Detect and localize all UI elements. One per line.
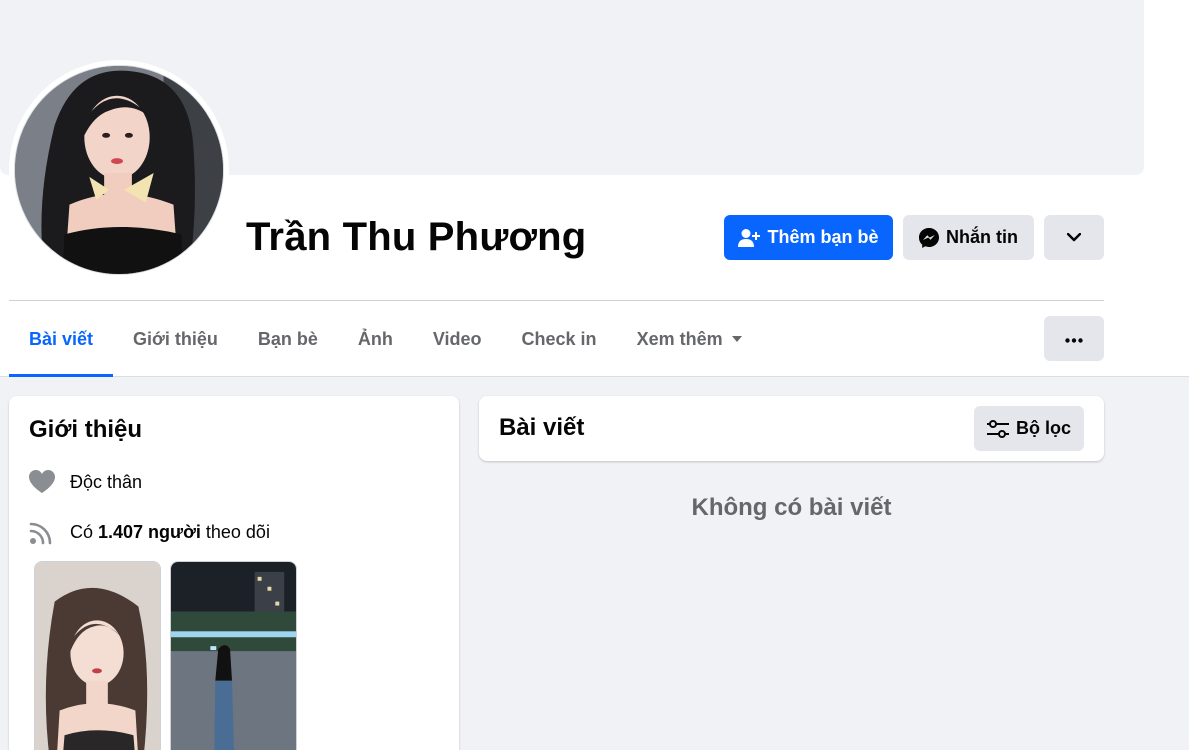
tab-photos[interactable]: Ảnh xyxy=(338,301,413,377)
profile-name: Trần Thu Phương xyxy=(246,215,587,259)
tab-label: Giới thiệu xyxy=(133,328,218,349)
relationship-row: Độc thân xyxy=(28,468,142,496)
featured-photo-image xyxy=(35,562,160,750)
add-friend-button[interactable]: Thêm bạn bè xyxy=(724,215,893,260)
more-dots-icon xyxy=(1065,330,1083,348)
featured-photo[interactable] xyxy=(170,561,297,750)
followers-text: Có 1.407 người theo dõi xyxy=(70,522,270,543)
intro-title: Giới thiệu xyxy=(29,416,143,443)
relationship-status: Độc thân xyxy=(70,471,143,492)
caret-down-icon xyxy=(731,335,743,343)
tab-friends[interactable]: Bạn bè xyxy=(238,301,338,377)
chevron-down-icon xyxy=(1067,233,1081,242)
tab-label: Check in xyxy=(521,328,597,349)
profile-avatar[interactable] xyxy=(14,65,224,275)
tab-videos[interactable]: Video xyxy=(413,301,502,377)
posts-header-card: Bài viết Bộ lọc xyxy=(479,396,1104,461)
tab-check-ins[interactable]: Check in xyxy=(502,301,617,377)
add-friend-label: Thêm bạn bè xyxy=(767,227,879,247)
filter-label: Bộ lọc xyxy=(1015,418,1071,438)
more-actions-button[interactable] xyxy=(1044,215,1104,260)
heart-icon xyxy=(28,468,56,496)
followers-suffix: theo dõi xyxy=(200,521,270,542)
featured-photo[interactable] xyxy=(34,561,161,750)
tab-label: Ảnh xyxy=(357,328,393,349)
tab-label: Bài viết xyxy=(29,328,94,349)
tab-label: Xem thêm xyxy=(636,328,723,349)
posts-title: Bài viết xyxy=(499,414,585,441)
more-options-button[interactable] xyxy=(1044,316,1104,361)
sliders-icon xyxy=(986,419,1009,438)
followers-count[interactable]: 1.407 người xyxy=(98,522,201,542)
messenger-icon xyxy=(919,227,939,248)
add-person-icon xyxy=(738,228,761,248)
filter-button[interactable]: Bộ lọc xyxy=(974,406,1084,451)
message-button[interactable]: Nhắn tin xyxy=(903,215,1034,260)
tab-see-more[interactable]: Xem thêm xyxy=(617,301,763,377)
message-label: Nhắn tin xyxy=(946,227,1018,247)
rss-feed-icon xyxy=(28,518,56,546)
tab-label: Video xyxy=(432,328,482,349)
profile-tabs: Bài viết Giới thiệu Bạn bè Ảnh Video Che… xyxy=(9,301,763,377)
featured-photo-image xyxy=(171,562,296,750)
avatar-image xyxy=(15,66,223,274)
followers-row: Có 1.407 người theo dõi xyxy=(28,518,270,546)
followers-prefix: Có xyxy=(70,521,99,542)
tab-posts[interactable]: Bài viết xyxy=(9,301,114,377)
tab-about[interactable]: Giới thiệu xyxy=(113,301,238,377)
empty-posts-message: Không có bài viết xyxy=(691,494,892,521)
tab-label: Bạn bè xyxy=(257,328,318,349)
